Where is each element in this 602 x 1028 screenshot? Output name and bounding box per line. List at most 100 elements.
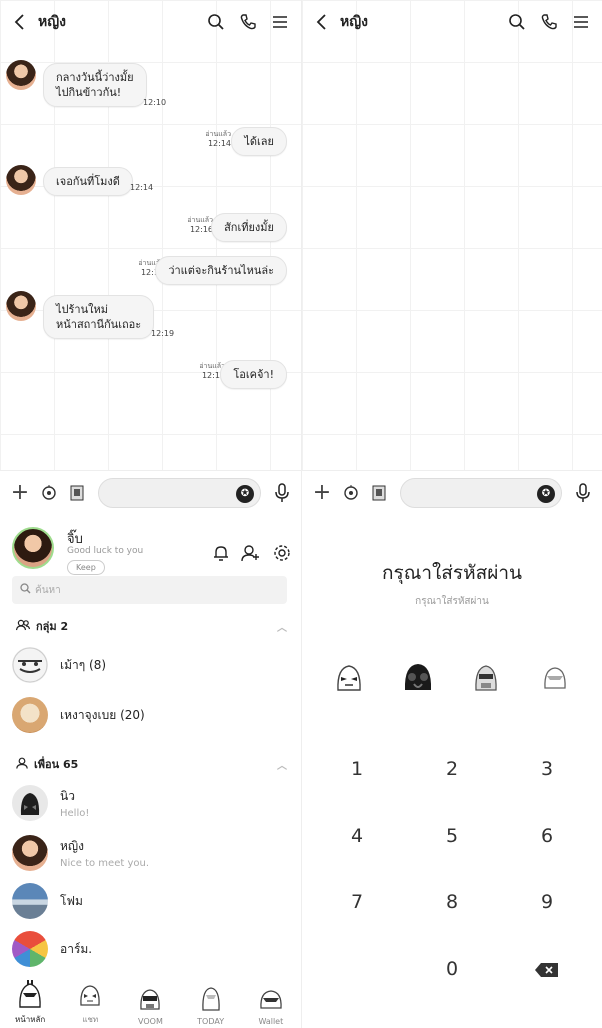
item-name: หญิง xyxy=(60,839,84,853)
groups-section-header[interactable]: กลุ่ม 2 ︿ xyxy=(15,616,287,636)
message-input-bar: + ✪ xyxy=(301,470,602,514)
microphone-icon[interactable] xyxy=(271,482,293,504)
read-receipt: อ่านแล้ว xyxy=(205,130,231,138)
phone-icon[interactable] xyxy=(237,11,259,33)
group-avatar xyxy=(12,647,48,683)
tab-wallet[interactable]: Wallet xyxy=(244,983,298,1026)
message-bubble-outgoing[interactable]: สักเที่ยงมั้ย xyxy=(211,213,287,242)
list-item[interactable]: อาร์ม. xyxy=(12,928,291,970)
add-friend-icon[interactable] xyxy=(241,544,261,566)
search-icon[interactable] xyxy=(205,11,227,33)
plus-icon[interactable]: + xyxy=(8,480,32,505)
photo-icon[interactable] xyxy=(66,482,88,504)
back-icon[interactable] xyxy=(312,12,332,32)
chat-pane-left: หญิง กลางวันนี้ว่างมั้ย ไปกินข้าวกัน! 12… xyxy=(0,0,301,470)
key-3[interactable]: 3 xyxy=(507,749,587,789)
person-icon xyxy=(16,757,28,772)
message-time: 12:14 xyxy=(130,183,154,192)
my-profile[interactable]: จิ๊บ Good luck to you Keep xyxy=(12,522,291,582)
message-time: 12:16 xyxy=(189,225,213,234)
tab-label: แชท xyxy=(82,1015,99,1024)
purge-trooper-icon xyxy=(544,667,566,689)
profile-actions xyxy=(213,544,291,566)
backspace-key[interactable] xyxy=(507,949,587,989)
tab-label: TODAY xyxy=(197,1017,225,1026)
message-time: 12:10 xyxy=(143,98,167,107)
list-item[interactable]: หญิง Nice to meet you. xyxy=(12,832,291,874)
friend-avatar xyxy=(12,785,48,821)
microphone-icon[interactable] xyxy=(572,482,594,504)
message-input[interactable]: ✪ xyxy=(98,477,261,508)
contact-avatar[interactable] xyxy=(6,60,36,90)
message-bubble-incoming[interactable]: เจอกันที่โมงดี xyxy=(43,167,133,196)
read-receipt: อ่านแล้ว xyxy=(187,216,213,224)
friends-screen: จิ๊บ Good luck to you Keep ค้นหา กลุ่ม 2… xyxy=(0,514,301,1028)
tab-today[interactable]: TODAY xyxy=(184,983,238,1026)
chat-header: หญิง xyxy=(302,0,602,44)
message-time: 12:14 xyxy=(207,139,231,148)
section-title: กลุ่ม 2 xyxy=(36,620,69,633)
message-meta: อ่านแล้ว 12:16 xyxy=(187,215,213,235)
tab-label: VOOM xyxy=(138,1017,163,1026)
list-item[interactable]: นิว Hello! xyxy=(12,782,291,824)
avatar[interactable] xyxy=(12,527,54,569)
backspace-icon xyxy=(535,962,558,977)
message-input[interactable]: ✪ xyxy=(400,477,562,508)
tab-voom[interactable]: VOOM xyxy=(123,983,177,1026)
contact-avatar[interactable] xyxy=(6,291,36,321)
message-text: สักเที่ยงมั้ย xyxy=(224,221,274,234)
tab-home[interactable]: หน้าหลัก xyxy=(3,979,57,1026)
item-name: โฟม xyxy=(60,893,83,908)
passcode-indicators xyxy=(332,660,572,694)
key-1[interactable]: 1 xyxy=(317,749,397,789)
search-icon[interactable] xyxy=(506,11,528,33)
friend-avatar xyxy=(12,883,48,919)
message-bubble-incoming[interactable]: กลางวันนี้ว่างมั้ย ไปกินข้าวกัน! xyxy=(43,63,147,107)
key-5[interactable]: 5 xyxy=(412,816,492,856)
friends-section-header[interactable]: เพื่อน 65 ︿ xyxy=(16,754,287,774)
photo-icon[interactable] xyxy=(368,482,390,504)
back-icon[interactable] xyxy=(10,12,30,32)
keep-button[interactable]: Keep xyxy=(67,560,105,575)
message-bubble-outgoing[interactable]: ได้เลย xyxy=(231,127,287,156)
chat-pane-right: หญิง xyxy=(301,0,602,470)
message-text: โอเคจ้า! xyxy=(233,368,274,381)
key-0[interactable]: 0 xyxy=(412,949,492,989)
search-input[interactable]: ค้นหา xyxy=(12,576,287,604)
message-bubble-outgoing[interactable]: โอเคจ้า! xyxy=(220,360,287,389)
key-9[interactable]: 9 xyxy=(507,882,587,922)
menu-icon[interactable] xyxy=(570,11,592,33)
group-avatar xyxy=(12,697,48,733)
item-status: Hello! xyxy=(60,808,90,819)
stormtrooper-icon xyxy=(80,985,101,1006)
list-item[interactable]: เม้าๆ (8) xyxy=(12,644,291,686)
phone-icon[interactable] xyxy=(538,11,560,33)
clone-trooper-icon xyxy=(475,665,498,691)
menu-icon[interactable] xyxy=(269,11,291,33)
message-bubble-outgoing[interactable]: ว่าแต่จะกินร้านไหนล่ะ xyxy=(155,256,287,285)
contact-avatar[interactable] xyxy=(6,165,36,195)
key-7[interactable]: 7 xyxy=(317,882,397,922)
tab-chat[interactable]: แชท xyxy=(63,979,117,1026)
bell-icon[interactable] xyxy=(213,544,229,566)
key-4[interactable]: 4 xyxy=(317,816,397,856)
plus-icon[interactable]: + xyxy=(310,480,334,505)
message-input-bar: + ✪ xyxy=(0,470,301,514)
emoji-icon[interactable]: ✪ xyxy=(236,484,254,503)
message-bubble-incoming[interactable]: ไปร้านใหม่ หน้าสถานีกันเถอะ xyxy=(43,295,155,339)
camera-droid-icon[interactable] xyxy=(38,482,60,504)
chat-header: หญิง xyxy=(0,0,301,44)
item-status: Nice to meet you. xyxy=(60,858,150,869)
key-2[interactable]: 2 xyxy=(412,749,492,789)
settings-icon[interactable] xyxy=(273,544,291,566)
list-item[interactable]: เหงาจุงเบย (20) xyxy=(12,694,291,736)
scout-trooper-icon xyxy=(140,989,161,1010)
chevron-up-icon[interactable]: ︿ xyxy=(277,619,287,634)
chevron-up-icon[interactable]: ︿ xyxy=(277,757,287,772)
app-root: หญิง กลางวันนี้ว่างมั้ย ไปกินข้าวกัน! 12… xyxy=(0,0,602,1028)
list-item[interactable]: โฟม xyxy=(12,880,291,922)
emoji-icon[interactable]: ✪ xyxy=(537,484,555,503)
camera-droid-icon[interactable] xyxy=(340,482,362,504)
key-8[interactable]: 8 xyxy=(412,882,492,922)
key-6[interactable]: 6 xyxy=(507,816,587,856)
